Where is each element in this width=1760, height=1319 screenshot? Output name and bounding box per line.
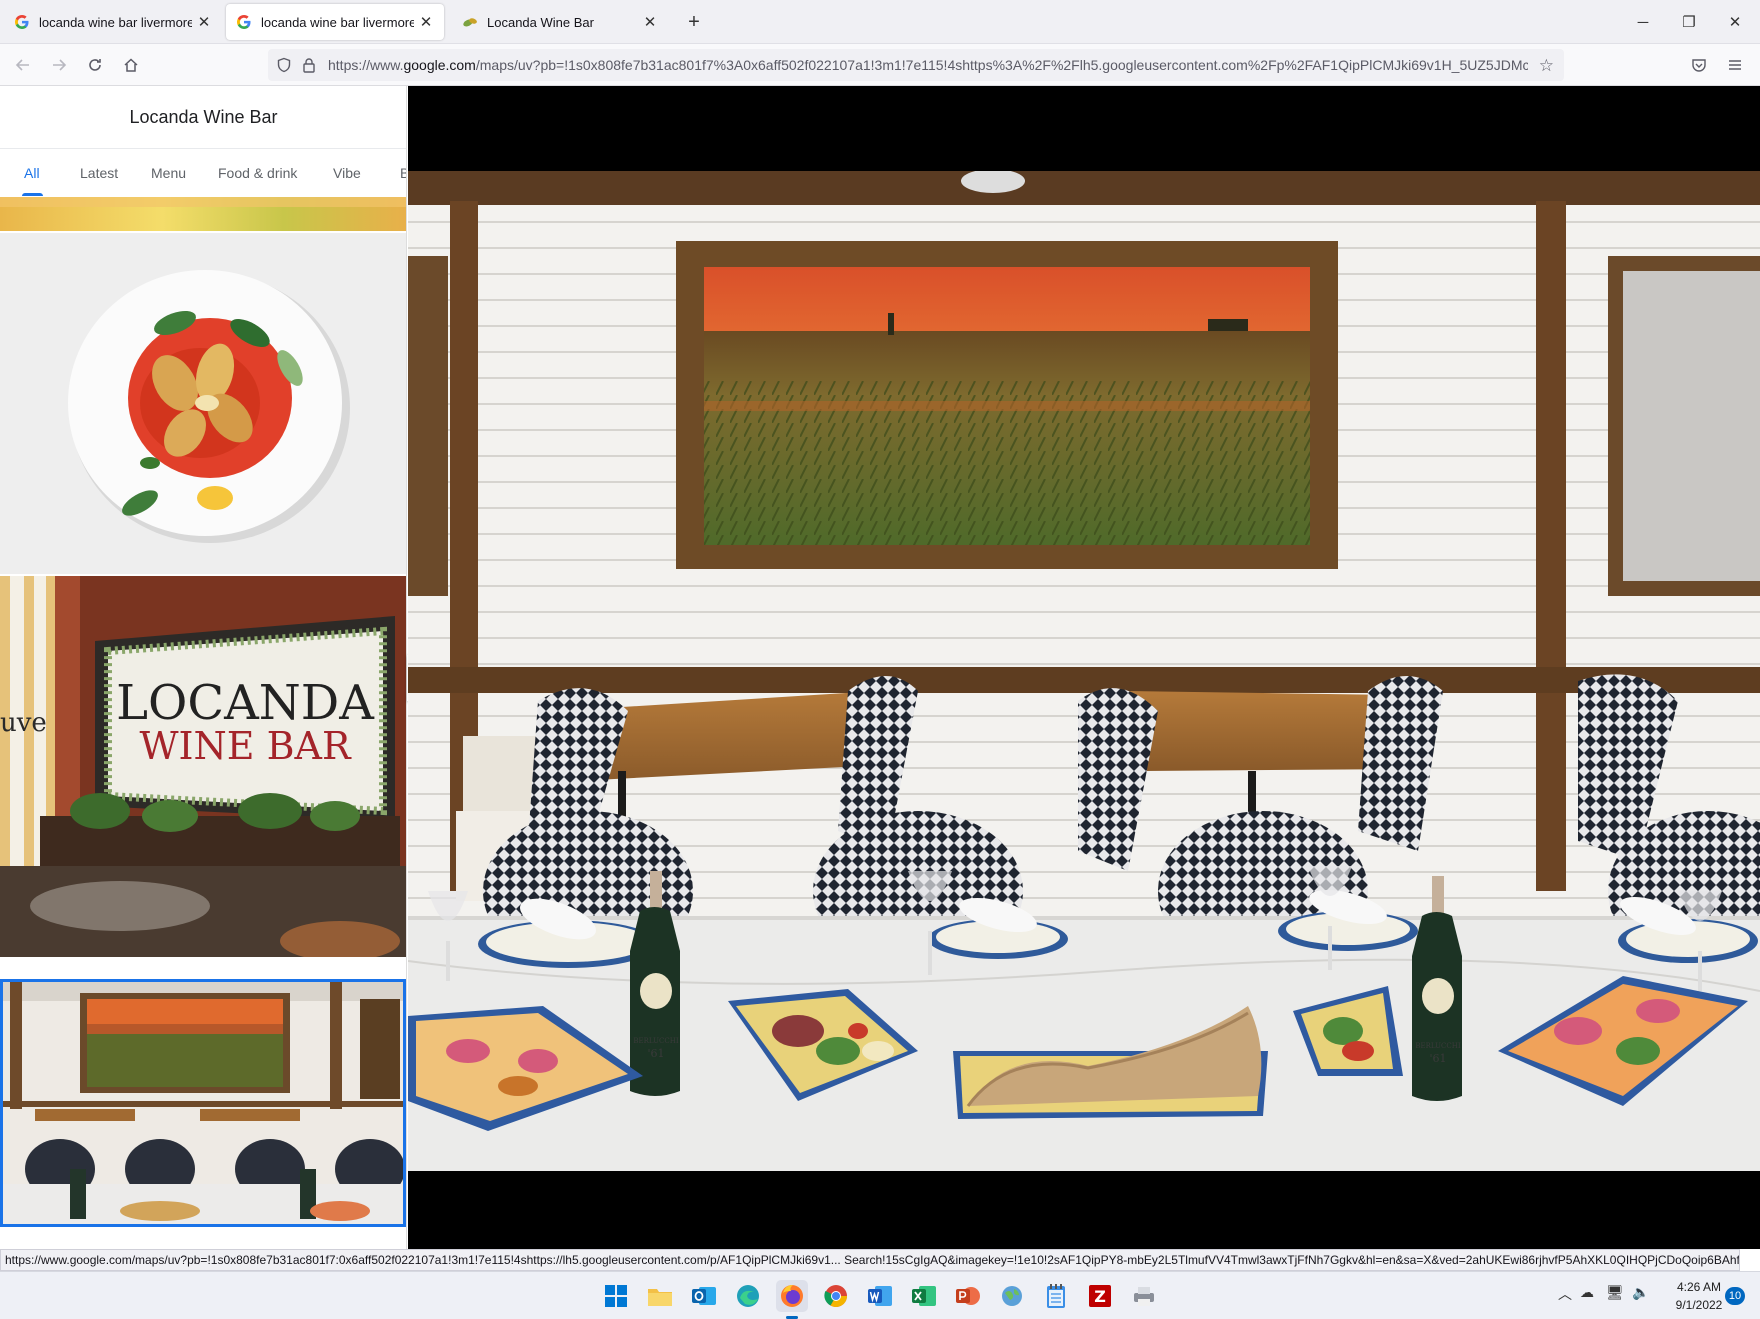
url-bar[interactable]: https://www.google.com/maps/uv?pb=!1s0x8…	[268, 49, 1564, 81]
back-arrow-icon[interactable]	[10, 52, 36, 78]
close-tab-icon[interactable]: ✕	[642, 14, 658, 31]
outlook-icon[interactable]	[688, 1280, 720, 1312]
windows-taskbar: Z ︿ ☁ 🖥 🔈 4:26 AM 9/1/2022 10	[0, 1271, 1760, 1319]
clock-time: 4:26 AM	[1676, 1280, 1722, 1294]
file-explorer-icon[interactable]	[644, 1280, 676, 1312]
url-text[interactable]: https://www.google.com/maps/uv?pb=!1s0x8…	[328, 49, 1528, 81]
new-tab-plus-icon[interactable]: +	[682, 10, 706, 34]
tracking-shield-icon[interactable]	[276, 57, 292, 78]
notepad-icon[interactable]	[1040, 1280, 1072, 1312]
excel-icon[interactable]	[908, 1280, 940, 1312]
lock-icon[interactable]	[302, 57, 316, 78]
photo-thumbnail-partial[interactable]	[0, 197, 406, 231]
sign-text-line1: LOCANDA	[116, 675, 375, 731]
chrome-icon[interactable]	[820, 1280, 852, 1312]
powerpoint-icon[interactable]	[952, 1280, 984, 1312]
restore-icon[interactable]: ❐	[1666, 0, 1712, 44]
main-photo-interior[interactable]: BERLUCCHI '61 BERLUCCHI '61	[408, 171, 1760, 1171]
screen: locanda wine bar livermore - Go ✕ locand…	[0, 0, 1760, 1319]
tab-bar: locanda wine bar livermore - Go ✕ locand…	[0, 0, 1760, 44]
category-tab-latest[interactable]: Latest	[80, 149, 118, 197]
close-window-icon[interactable]: ✕	[1712, 0, 1758, 44]
active-tab-indicator	[22, 193, 43, 196]
tab-google-search-2[interactable]: locanda wine bar livermore - Go ✕	[226, 4, 444, 40]
place-title: Locanda Wine Bar	[129, 107, 278, 127]
notification-count-badge[interactable]: 10	[1725, 1287, 1745, 1305]
bottle-label-brand-right: BERLUCCHI	[1415, 1042, 1461, 1050]
edge-icon[interactable]	[732, 1280, 764, 1312]
category-tab-all[interactable]: All	[24, 149, 40, 197]
minimize-icon[interactable]: ─	[1620, 0, 1666, 44]
onedrive-cloud-icon[interactable]: ☁	[1580, 1284, 1594, 1301]
wall-text-fragment: uve	[0, 708, 47, 738]
volume-speaker-icon[interactable]: 🔈	[1632, 1284, 1649, 1301]
photo-thumbnail-interior-selected[interactable]	[0, 979, 406, 1227]
bottle-label-number-left: '61	[647, 1047, 664, 1060]
reload-icon[interactable]	[82, 52, 108, 78]
google-g-icon	[236, 14, 252, 30]
photo-thumbnail-dish[interactable]	[0, 233, 406, 574]
printer-icon[interactable]	[1128, 1280, 1160, 1312]
firefox-icon[interactable]	[776, 1280, 808, 1312]
google-g-icon	[14, 14, 30, 30]
pocket-icon[interactable]	[1686, 52, 1712, 78]
category-tab-food-drink[interactable]: Food & drink	[218, 149, 297, 197]
tab-title: Locanda Wine Bar	[487, 14, 594, 30]
tab-title: locanda wine bar livermore - Go	[39, 14, 192, 30]
navigation-toolbar: https://www.google.com/maps/uv?pb=!1s0x8…	[0, 44, 1760, 86]
windows-start-icon[interactable]	[600, 1280, 632, 1312]
tab-google-search-1[interactable]: locanda wine bar livermore - Go ✕	[4, 4, 222, 40]
photo-category-tabs: All Latest Menu Food & drink Vibe B	[0, 149, 406, 197]
system-clock[interactable]: 4:26 AM 9/1/2022	[1665, 1278, 1733, 1314]
bookmark-star-icon[interactable]: ☆	[1539, 56, 1554, 76]
svg-text:Z: Z	[1094, 1287, 1106, 1306]
url-path: /maps/uv?pb=!1s0x808fe7b31ac801f7%3A0x6a…	[475, 57, 1528, 73]
sign-text-line2: WINE BAR	[139, 724, 352, 768]
category-tab-more[interactable]: B	[400, 149, 406, 197]
close-tab-icon[interactable]: ✕	[418, 14, 434, 31]
close-tab-icon[interactable]: ✕	[196, 14, 212, 31]
forward-arrow-icon[interactable]	[46, 52, 72, 78]
network-globe-icon[interactable]	[996, 1280, 1028, 1312]
word-icon[interactable]	[864, 1280, 896, 1312]
category-tab-menu[interactable]: Menu	[151, 149, 186, 197]
show-hidden-icons-chevron-icon[interactable]: ︿	[1558, 1284, 1572, 1304]
bottle-label-number-right: '61	[1429, 1052, 1446, 1065]
url-prefix: https://www.	[328, 57, 404, 73]
url-domain: google.com	[403, 57, 476, 73]
clock-date: 9/1/2022	[1675, 1298, 1723, 1312]
locanda-leaf-icon	[462, 14, 478, 30]
bottle-label-brand-left: BERLUCCHI	[633, 1037, 679, 1045]
filezilla-icon[interactable]: Z	[1084, 1280, 1116, 1312]
tab-title: locanda wine bar livermore - Go	[261, 14, 414, 30]
tab-locanda-wine-bar[interactable]: Locanda Wine Bar ✕	[452, 4, 668, 40]
photo-thumbnail-sign[interactable]: uve LOCANDA WINE BAR	[0, 576, 406, 957]
network-monitor-icon[interactable]: 🖥	[1606, 1284, 1624, 1301]
menu-hamburger-icon[interactable]	[1722, 52, 1748, 78]
home-icon[interactable]	[118, 52, 144, 78]
link-status-bar: https://www.google.com/maps/uv?pb=!1s0x8…	[0, 1249, 1740, 1271]
photo-viewer: BERLUCCHI '61 BERLUCCHI '61	[408, 86, 1760, 1249]
category-tab-vibe[interactable]: Vibe	[333, 149, 361, 197]
photos-side-panel: Locanda Wine Bar All Latest Menu Food & …	[0, 86, 407, 1249]
